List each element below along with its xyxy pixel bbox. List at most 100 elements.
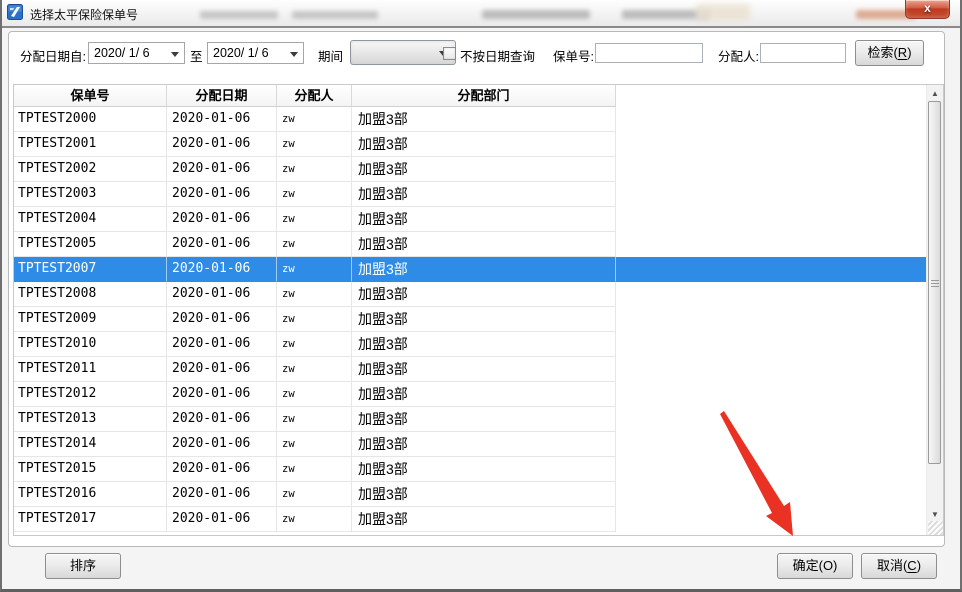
table-row[interactable]: TPTEST20082020-01-06zw加盟3部 xyxy=(14,282,927,307)
cell-filler xyxy=(616,182,927,207)
cell-assignee: zw xyxy=(277,282,352,307)
period-combobox[interactable] xyxy=(350,40,456,65)
table-row[interactable]: TPTEST20102020-01-06zw加盟3部 xyxy=(14,332,927,357)
cell-policy: TPTEST2001 xyxy=(14,132,167,157)
column-header-date[interactable]: 分配日期 xyxy=(167,85,277,107)
cell-filler xyxy=(616,307,927,332)
resize-grip-icon xyxy=(928,521,943,535)
cell-policy: TPTEST2008 xyxy=(14,282,167,307)
vertical-scrollbar[interactable]: ▲ ▼ xyxy=(926,85,943,535)
table-row[interactable]: TPTEST20142020-01-06zw加盟3部 xyxy=(14,432,927,457)
date-to-picker[interactable]: 2020/ 1/ 6 xyxy=(207,42,304,64)
watermark-blur xyxy=(482,10,590,19)
cell-date: 2020-01-06 xyxy=(167,407,277,432)
table-row[interactable]: TPTEST20152020-01-06zw加盟3部 xyxy=(14,457,927,482)
scrollbar-thumb[interactable] xyxy=(928,101,941,464)
cell-dept: 加盟3部 xyxy=(352,482,616,507)
ok-button[interactable]: 确定(O) xyxy=(777,553,853,579)
cell-dept: 加盟3部 xyxy=(352,182,616,207)
cell-assignee: zw xyxy=(277,232,352,257)
cell-date: 2020-01-06 xyxy=(167,307,277,332)
cell-policy: TPTEST2011 xyxy=(14,357,167,382)
window-title: 选择太平保险保单号 xyxy=(30,6,138,23)
cell-dept: 加盟3部 xyxy=(352,232,616,257)
cell-dept: 加盟3部 xyxy=(352,382,616,407)
cell-policy: TPTEST2010 xyxy=(14,332,167,357)
cell-date: 2020-01-06 xyxy=(167,107,277,132)
table-header: 保单号 分配日期 分配人 分配部门 xyxy=(14,85,927,107)
cell-assignee: zw xyxy=(277,332,352,357)
cell-dept: 加盟3部 xyxy=(352,257,616,282)
cell-filler xyxy=(616,382,927,407)
cell-policy: TPTEST2002 xyxy=(14,157,167,182)
search-button-label: 检索( xyxy=(867,45,897,60)
scrollbar-down-icon[interactable]: ▼ xyxy=(927,509,943,521)
app-icon xyxy=(7,4,23,20)
cell-policy: TPTEST2009 xyxy=(14,307,167,332)
cell-assignee: zw xyxy=(277,457,352,482)
cell-filler xyxy=(616,157,927,182)
cell-assignee: zw xyxy=(277,507,352,532)
table-row[interactable]: TPTEST20112020-01-06zw加盟3部 xyxy=(14,357,927,382)
cell-date: 2020-01-06 xyxy=(167,207,277,232)
cell-filler xyxy=(616,357,927,382)
cell-date: 2020-01-06 xyxy=(167,182,277,207)
table-row[interactable]: TPTEST20162020-01-06zw加盟3部 xyxy=(14,482,927,507)
watermark-blur xyxy=(200,11,278,19)
table-row[interactable]: TPTEST20052020-01-06zw加盟3部 xyxy=(14,232,927,257)
cell-dept: 加盟3部 xyxy=(352,207,616,232)
cell-policy: TPTEST2013 xyxy=(14,407,167,432)
close-button[interactable]: x xyxy=(905,0,950,19)
cell-dept: 加盟3部 xyxy=(352,507,616,532)
cell-assignee: zw xyxy=(277,482,352,507)
no-date-checkbox[interactable] xyxy=(443,47,456,60)
cancel-button-key: C xyxy=(907,558,916,573)
date-from-picker[interactable]: 2020/ 1/ 6 xyxy=(88,42,185,64)
cell-assignee: zw xyxy=(277,432,352,457)
search-button[interactable]: 检索(R) xyxy=(855,40,924,66)
cell-filler xyxy=(616,457,927,482)
cell-policy: TPTEST2012 xyxy=(14,382,167,407)
cell-date: 2020-01-06 xyxy=(167,432,277,457)
date-from-value: 2020/ 1/ 6 xyxy=(94,46,150,60)
table-row[interactable]: TPTEST20122020-01-06zw加盟3部 xyxy=(14,382,927,407)
table-row[interactable]: TPTEST20072020-01-06zw加盟3部 xyxy=(14,257,927,282)
cell-filler xyxy=(616,132,927,157)
cell-dept: 加盟3部 xyxy=(352,132,616,157)
chevron-down-icon[interactable] xyxy=(171,52,179,57)
table-row[interactable]: TPTEST20012020-01-06zw加盟3部 xyxy=(14,132,927,157)
table-row[interactable]: TPTEST20032020-01-06zw加盟3部 xyxy=(14,182,927,207)
cancel-button[interactable]: 取消(C) xyxy=(861,553,937,579)
table-row[interactable]: TPTEST20042020-01-06zw加盟3部 xyxy=(14,207,927,232)
cell-filler xyxy=(616,332,927,357)
cell-policy: TPTEST2003 xyxy=(14,182,167,207)
scrollbar-up-icon[interactable]: ▲ xyxy=(927,88,943,100)
cell-policy: TPTEST2017 xyxy=(14,507,167,532)
cell-filler xyxy=(616,207,927,232)
table-row[interactable]: TPTEST20172020-01-06zw加盟3部 xyxy=(14,507,927,532)
date-to-value: 2020/ 1/ 6 xyxy=(213,46,269,60)
policy-no-label: 保单号: xyxy=(553,46,594,65)
column-header-dept[interactable]: 分配部门 xyxy=(352,85,616,107)
table-row[interactable]: TPTEST20092020-01-06zw加盟3部 xyxy=(14,307,927,332)
column-header-policy[interactable]: 保单号 xyxy=(14,85,167,107)
policy-no-input[interactable] xyxy=(595,43,703,63)
cell-date: 2020-01-06 xyxy=(167,257,277,282)
cell-policy: TPTEST2016 xyxy=(14,482,167,507)
table-row[interactable]: TPTEST20132020-01-06zw加盟3部 xyxy=(14,407,927,432)
chevron-down-icon[interactable] xyxy=(290,52,298,57)
cell-policy: TPTEST2014 xyxy=(14,432,167,457)
column-header-assignee[interactable]: 分配人 xyxy=(277,85,352,107)
no-date-checkbox-label: 不按日期查询 xyxy=(460,46,535,65)
cell-filler xyxy=(616,282,927,307)
cell-dept: 加盟3部 xyxy=(352,407,616,432)
close-icon: x xyxy=(924,1,931,15)
table-row[interactable]: TPTEST20022020-01-06zw加盟3部 xyxy=(14,157,927,182)
column-header-filler xyxy=(616,85,927,107)
date-from-label: 分配日期自: xyxy=(20,46,86,65)
table-row[interactable]: TPTEST20002020-01-06zw加盟3部 xyxy=(14,107,927,132)
watermark-blur xyxy=(292,11,378,19)
assignee-input[interactable] xyxy=(760,43,846,63)
cell-filler xyxy=(616,232,927,257)
sort-button[interactable]: 排序 xyxy=(45,553,121,579)
